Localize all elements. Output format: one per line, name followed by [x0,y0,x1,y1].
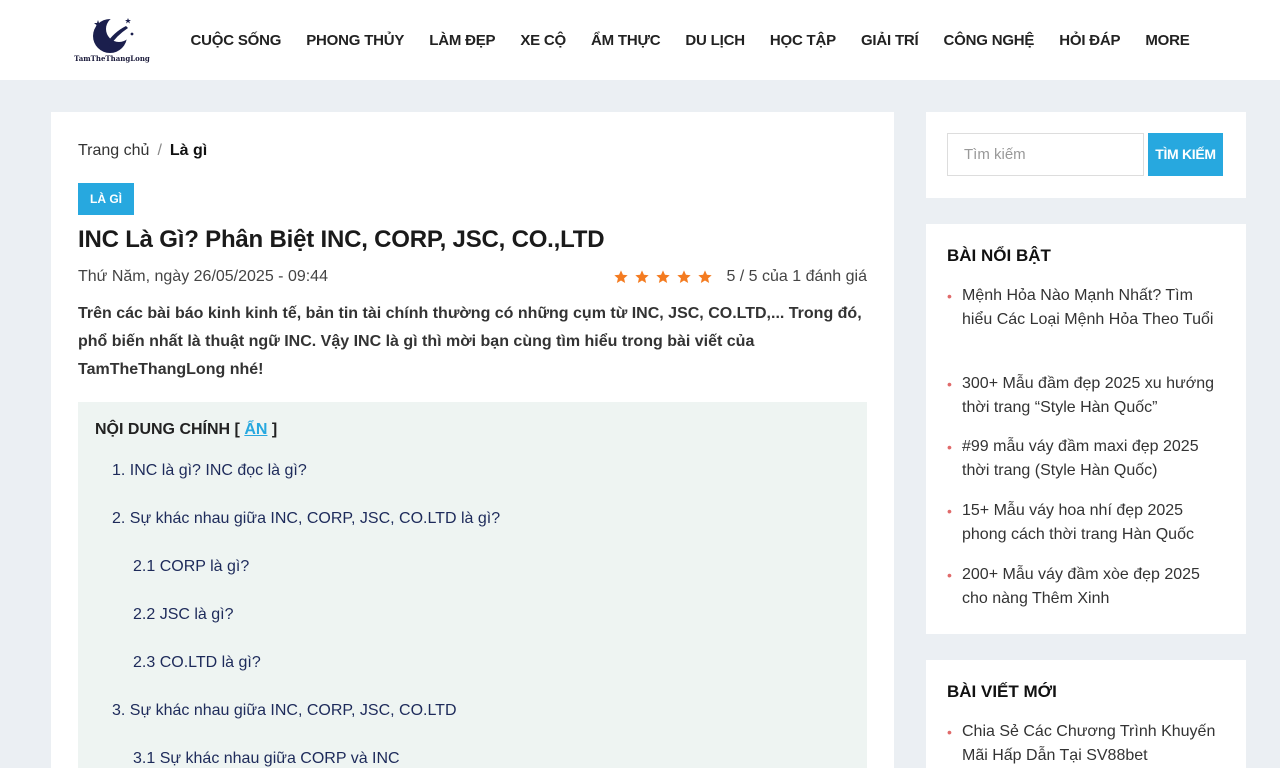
latest-posts-widget: BÀI VIẾT MỚI • Chia Sẻ Các Chương Trình K… [926,660,1246,768]
search-widget: Tìm kiếm TÌM KIẾM [926,112,1246,198]
category-badge[interactable]: LÀ GÌ [78,183,134,215]
star-icon[interactable] [634,269,650,285]
toc-item[interactable]: 2.3 CO.LTD là gì? [133,654,261,672]
featured-posts-widget: BÀI NỔI BẬT • Mệnh Hỏa Nào Mạnh Nhất? Tìm… [926,224,1246,634]
post-title: #99 mẫu váy đầm maxi đẹp 2025 thời trang… [962,438,1199,479]
post-title: 300+ Mẫu đầm đẹp 2025 xu hướng thời tran… [962,375,1215,416]
toc-bracket: ] [271,421,278,438]
article-date: Thứ Năm, ngày 26/05/2025 - 09:44 [78,268,328,285]
post-title: 200+ Mẫu váy đầm xòe đẹp 2025 cho nàng T… [962,566,1200,607]
featured-post-link[interactable]: • #99 mẫu váy đầm maxi đẹp 2025 thời tran… [947,435,1227,483]
featured-post-link[interactable]: • 200+ Mẫu váy đầm xòe đẹp 2025 cho nàng … [947,563,1227,611]
featured-post-link[interactable]: • Mệnh Hỏa Nào Mạnh Nhất? Tìm hiểu Các Lo… [947,284,1227,332]
toc-header: NỘI DUNG CHÍNH [ ẨN ] [95,421,277,439]
nav-item-xe-co[interactable]: XE CỘ [508,32,579,49]
bullet-icon: • [947,724,952,740]
toc-item[interactable]: 3.1 Sự khác nhau giữa CORP và INC [133,750,400,768]
toc-item[interactable]: 1. INC là gì? INC đọc là gì? [112,462,307,480]
featured-post-link[interactable]: • 300+ Mẫu đầm đẹp 2025 xu hướng thời tra… [947,372,1227,420]
search-button[interactable]: TÌM KIẾM [1148,133,1223,176]
post-title: 15+ Mẫu váy hoa nhí đẹp 2025 phong cách … [962,502,1194,543]
article-title: INC Là Gì? Phân Biệt INC, CORP, JSC, CO.… [78,226,605,253]
toc-item[interactable]: 2.1 CORP là gì? [133,558,249,576]
rating-text: 5 / 5 của 1 đánh giá [726,268,867,285]
article-card: Trang chủ / Là gì LÀ GÌ INC Là Gì? Phân Bi… [51,112,894,768]
bullet-icon: • [947,503,952,519]
nav-item-giai-tri[interactable]: GIẢI TRÍ [848,32,931,49]
star-icon[interactable] [655,269,671,285]
rating-stars[interactable] [613,269,718,285]
featured-post-link[interactable]: • 15+ Mẫu váy hoa nhí đẹp 2025 phong cách… [947,499,1227,547]
toc-item[interactable]: 2. Sự khác nhau giữa INC, CORP, JSC, CO.… [112,510,500,528]
star-icon[interactable] [676,269,692,285]
bullet-icon: • [947,567,952,583]
breadcrumb: Trang chủ / Là gì [78,142,207,160]
main-nav: CUỘC SỐNG PHONG THỦY LÀM ĐẸP XE CỘ ẨM TH… [178,0,1202,80]
latest-title: BÀI VIẾT MỚI [947,682,1057,701]
post-title: Mệnh Hỏa Nào Mạnh Nhất? Tìm hiểu Các Loạ… [962,287,1214,328]
breadcrumb-current: Là gì [169,142,208,159]
top-bar: TamTheThangLong CUỘC SỐNG PHONG THỦY LÀM… [0,0,1280,80]
witch-moon-logo-icon [93,16,134,53]
latest-post-link[interactable]: • Chia Sẻ Các Chương Trình Khuyến Mãi Hấp… [947,720,1227,768]
nav-item-am-thuc[interactable]: ẨM THỰC [579,32,673,49]
featured-title: BÀI NỔI BẬT [947,246,1051,265]
nav-item-du-lich[interactable]: DU LỊCH [673,32,757,49]
article-rating: 5 / 5 của 1 đánh giá [613,268,867,286]
table-of-contents: NỘI DUNG CHÍNH [ ẨN ] 1. INC là gì? INC … [78,402,867,768]
toc-item[interactable]: 2.2 JSC là gì? [133,606,234,624]
nav-item-more[interactable]: MORE [1133,32,1202,49]
nav-item-hoc-tap[interactable]: HỌC TẬP [757,32,848,49]
site-logo[interactable]: TamTheThangLong [72,14,152,66]
toc-toggle-link[interactable]: ẨN [244,421,267,438]
article-intro: Trên các bài báo kinh kinh tế, bản tin t… [78,305,862,378]
nav-item-lam-dep[interactable]: LÀM ĐẸP [417,32,508,49]
star-icon[interactable] [697,269,713,285]
post-title: Chia Sẻ Các Chương Trình Khuyến Mãi Hấp … [962,723,1216,764]
search-input[interactable]: Tìm kiếm [947,133,1144,176]
bullet-icon: • [947,288,952,304]
bullet-icon: • [947,439,952,455]
star-icon[interactable] [613,269,629,285]
toc-title: NỘI DUNG CHÍNH [ [95,421,240,438]
nav-item-hoi-dap[interactable]: HỎI ĐÁP [1047,32,1133,49]
nav-item-phong-thuy[interactable]: PHONG THỦY [294,32,417,49]
breadcrumb-separator: / [157,142,162,159]
bullet-icon: • [947,376,952,392]
breadcrumb-home-link[interactable]: Trang chủ [78,142,149,159]
toc-item[interactable]: 3. Sự khác nhau giữa INC, CORP, JSC, CO.… [112,702,457,720]
nav-item-cong-nghe[interactable]: CÔNG NGHỆ [931,32,1047,49]
nav-item-cuoc-song[interactable]: CUỘC SỐNG [178,32,294,49]
logo-text: TamTheThangLong [74,54,150,63]
